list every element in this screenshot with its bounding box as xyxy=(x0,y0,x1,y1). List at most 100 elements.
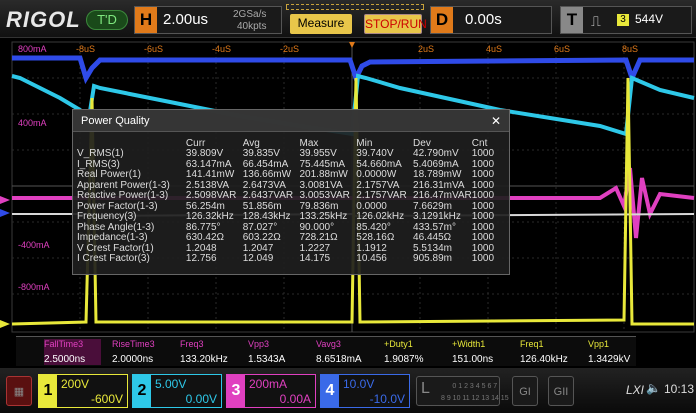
channel-1-control[interactable]: 1 200V -600V xyxy=(38,374,128,408)
time-label: -8uS xyxy=(76,44,96,54)
table-row: Reactive Power(1-3) 2.5098VAR 2.6437VAR 3.0… xyxy=(77,190,509,202)
power-quality-table: Curr Avg Max Min Dev Cnt V_RMS(1) 39.809V… xyxy=(77,137,509,265)
channel-scale: 200mA xyxy=(249,377,288,391)
memory-depth: 40kpts xyxy=(237,21,267,32)
delay-key: D xyxy=(431,7,453,33)
table-cell: 12.756 xyxy=(185,253,217,264)
measurement-item[interactable]: Vpp1 1.3429kV xyxy=(588,339,645,365)
channel-offset: 0.00A xyxy=(279,392,311,406)
table-cell: 1000 xyxy=(471,211,495,222)
table-cell: 728.21Ω xyxy=(299,232,338,243)
table-row: Real Power(1) 141.41mW 136.66mW 201.88mW 0.0… xyxy=(77,169,509,181)
table-cell: 141.41mW xyxy=(185,169,235,180)
table-cell: 630.42Ω xyxy=(185,232,224,243)
measurement-label: Freq3 xyxy=(180,339,204,349)
channel-scale: 5.00V xyxy=(155,377,187,391)
table-cell: 1000 xyxy=(471,148,495,159)
time-label: 2uS xyxy=(418,44,435,54)
ch3-scale-label: -400mA xyxy=(18,240,50,250)
measurement-label: Vpp3 xyxy=(248,339,270,349)
measurement-item[interactable]: Vavg3 8.6518mA xyxy=(316,339,373,365)
sample-rate: 2GSa/s xyxy=(233,9,267,20)
table-cell: 42.790mV xyxy=(413,148,459,159)
channel-number: 2 xyxy=(133,375,151,407)
channel-4-control[interactable]: 4 10.0V -10.0V xyxy=(320,374,410,408)
delay-value: 0.00s xyxy=(465,11,502,28)
stop-run-button[interactable]: STOP/RUN xyxy=(364,14,427,34)
table-cell: 216.47mVAR xyxy=(413,190,472,201)
measurement-value: 1.9087% xyxy=(384,354,424,365)
measurement-value: 126.40kHz xyxy=(520,354,568,365)
table-cell: 18.789mW xyxy=(413,169,462,180)
table-cell: 133.25kHz xyxy=(299,211,348,222)
measurement-label: Vpp1 xyxy=(588,339,610,349)
time-label: 4uS xyxy=(486,44,503,54)
trigger-key: T xyxy=(561,7,583,33)
trigger-level: 544V xyxy=(635,12,664,26)
table-cell: 201.88mW xyxy=(299,169,348,180)
measurement-item[interactable]: +Width1 151.00ns xyxy=(452,339,509,365)
measure-button[interactable]: Measure xyxy=(290,14,352,34)
channel-scale: 10.0V xyxy=(343,377,375,391)
lxi-icon: LXI xyxy=(626,383,645,397)
time-label: 6uS xyxy=(554,44,571,54)
channel-2-control[interactable]: 2 5.00V 0.00V xyxy=(132,374,222,408)
measurement-item[interactable]: FallTime3 2.5000ns xyxy=(44,339,101,365)
table-cell: 603.22Ω xyxy=(242,232,281,243)
timebase-value: 2.00us xyxy=(163,11,209,28)
measurement-item[interactable]: Freq1 126.40kHz xyxy=(520,339,577,365)
channel-scale: 200V xyxy=(61,377,90,391)
measurement-value: 133.20kHz xyxy=(180,354,228,365)
horizontal-key: H xyxy=(135,7,157,33)
channel-offset: -600V xyxy=(90,392,123,406)
measurement-item[interactable]: Vpp3 1.5343A xyxy=(248,339,305,365)
row-label: V_RMS(1) xyxy=(77,148,124,159)
measurement-label: RiseTime3 xyxy=(112,339,155,349)
generator1-button[interactable]: GI xyxy=(512,376,538,406)
channel-offset: 0.00V xyxy=(185,392,217,406)
generator2-button[interactable]: GII xyxy=(548,376,574,406)
power-quality-panel: Power Quality ✕ Curr Avg Max Min Dev Cnt… xyxy=(72,109,510,275)
trigger-source: 3 xyxy=(617,14,629,26)
channel-offset: -10.0V xyxy=(369,392,405,406)
table-cell: 126.32kHz xyxy=(185,211,234,222)
trigger-status-badge: T'D xyxy=(86,10,128,30)
time-label: -6uS xyxy=(144,44,164,54)
measurement-label: +Duty1 xyxy=(384,339,413,349)
measurement-label: FallTime3 xyxy=(44,339,84,349)
channel-number: 1 xyxy=(39,375,57,407)
channel-3-control[interactable]: 3 200mA 0.00A xyxy=(226,374,316,408)
horizontal-timebase-control[interactable]: H 2.00us 2GSa/s 40kpts xyxy=(134,6,282,34)
table-cell: 3.0053VAR xyxy=(299,190,350,201)
table-cell: 136.66mW xyxy=(242,169,292,180)
table-cell: 128.43kHz xyxy=(242,211,291,222)
table-cell: 905.89m xyxy=(413,253,452,264)
delay-control[interactable]: D 0.00s xyxy=(430,6,552,34)
channel-number: 4 xyxy=(321,375,339,407)
close-icon[interactable]: ✕ xyxy=(491,110,501,132)
measurement-item[interactable]: +Duty1 1.9087% xyxy=(384,339,441,365)
measurement-label: Vavg3 xyxy=(316,339,341,349)
speaker-icon[interactable]: 🔈 xyxy=(646,381,661,395)
digital-channels-button[interactable]: L 0 1 2 3 4 5 6 7 8 9 10 11 12 13 14 15 xyxy=(416,376,509,406)
table-cell: 3.1291kHz xyxy=(413,211,461,222)
digital-bits: 0 1 2 3 4 5 6 7 8 9 10 11 12 13 14 15 xyxy=(441,383,509,402)
channel-number: 3 xyxy=(227,375,245,407)
measurement-label: Freq1 xyxy=(520,339,544,349)
measurement-value: 151.00ns xyxy=(452,354,494,365)
table-cell: 1000 xyxy=(471,232,495,243)
measurement-value: 2.5000ns xyxy=(44,354,86,365)
table-cell: 2.6437VAR xyxy=(242,190,294,201)
row-label: Reactive Power(1-3) xyxy=(77,190,169,201)
menu-grid-icon[interactable]: ▦ xyxy=(6,376,32,406)
table-cell: 2.1757VAR xyxy=(356,190,407,201)
measurement-item[interactable]: Freq3 133.20kHz xyxy=(180,339,237,365)
trigger-control[interactable]: T ⎍ 3 544V xyxy=(560,6,692,34)
table-row: V_RMS(1) 39.809V 39.835V 39.955V 39.740V 42.7… xyxy=(77,148,509,160)
trigger-edge-icon: ⎍ xyxy=(591,13,601,29)
row-label: Impedance(1-3) xyxy=(77,232,148,243)
table-cell: 39.809V xyxy=(185,148,224,159)
table-cell: 39.955V xyxy=(299,148,337,159)
top-toolbar: RIGOL T'D H 2.00us 2GSa/s 40kpts Measure… xyxy=(0,0,696,38)
measurement-item[interactable]: RiseTime3 2.0000ns xyxy=(112,339,169,365)
